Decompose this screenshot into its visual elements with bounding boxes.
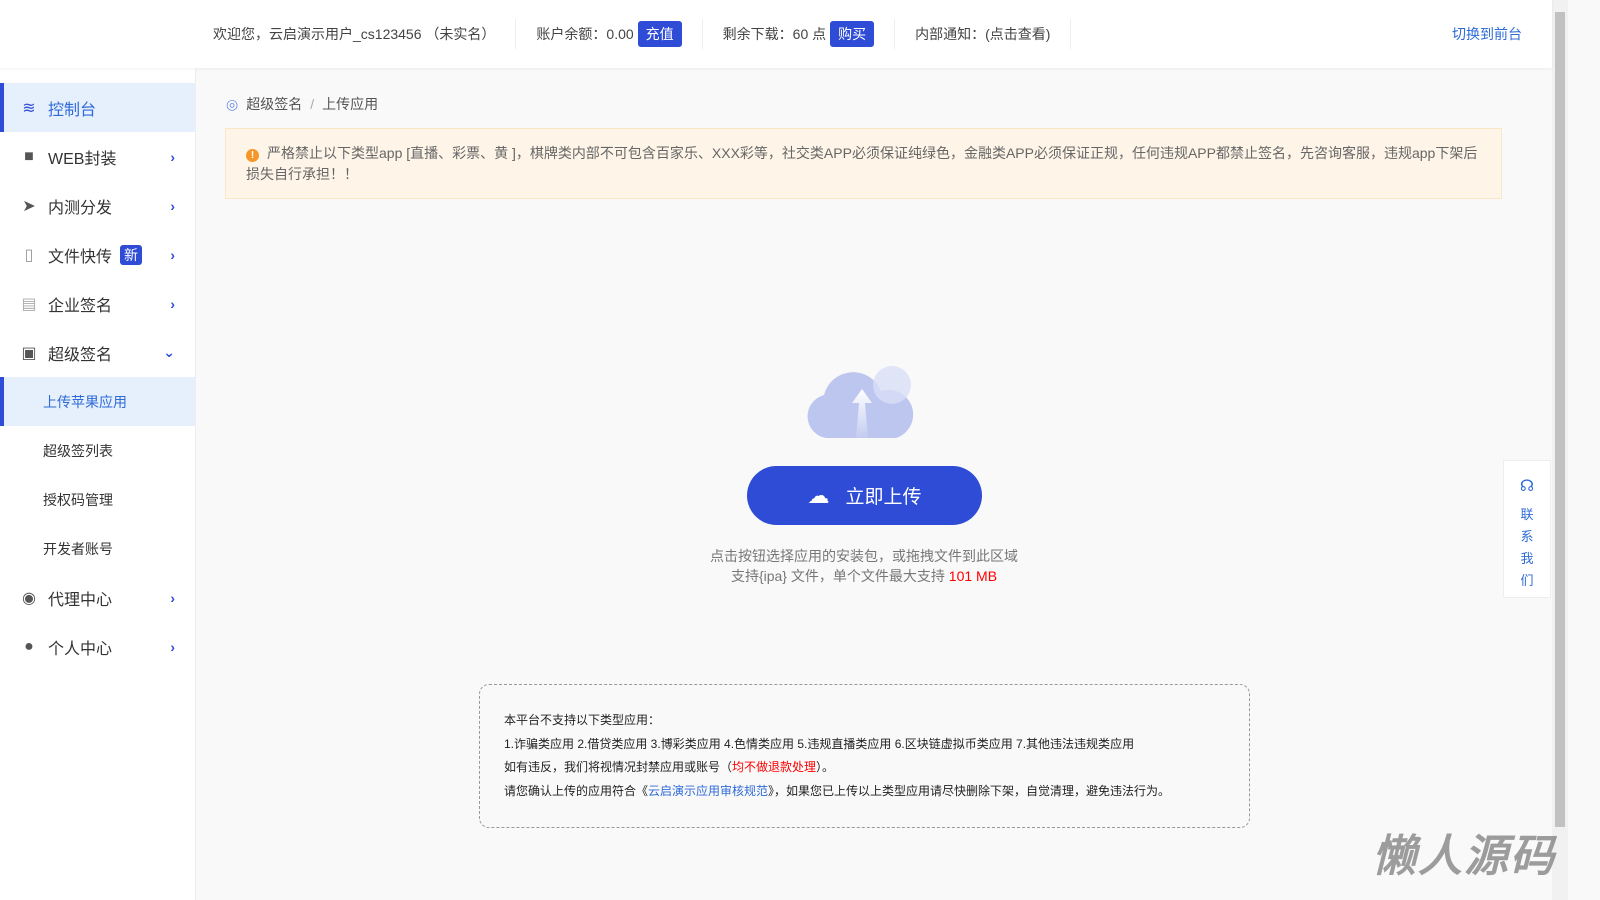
penalty-text: 如有违反，我们将视情况封禁应用或账号（ bbox=[504, 760, 733, 774]
sub-item-upload-app[interactable]: 上传苹果应用 bbox=[0, 377, 195, 426]
sub-item-developer-account[interactable]: 开发者账号 bbox=[0, 524, 195, 573]
balance: 账户余额：0.00 充值 bbox=[516, 19, 703, 49]
cloud-upload-illustration bbox=[807, 366, 914, 438]
notice-link[interactable]: 内部通知：(点击查看) bbox=[895, 19, 1072, 49]
no-refund-text: 均不做退款处理 bbox=[732, 760, 817, 774]
nav-label: WEB封装 bbox=[48, 150, 117, 168]
recharge-button[interactable]: 充值 bbox=[637, 21, 682, 47]
sidebar-item-web-wrap[interactable]: ■ WEB封装 › bbox=[0, 132, 195, 181]
contact-char: 们 bbox=[1520, 573, 1534, 588]
chevron-right-icon: › bbox=[170, 295, 175, 312]
chevron-down-icon: ⌄ bbox=[163, 344, 175, 360]
breadcrumb-separator: / bbox=[310, 96, 315, 112]
unsupported-apps-notice: 本平台不支持以下类型应用： 1.诈骗类应用 2.借贷类应用 3.博彩类应用 4.… bbox=[479, 684, 1250, 828]
upload-button-label: 立即上传 bbox=[845, 487, 922, 508]
zip-file-icon: ▯ bbox=[24, 246, 34, 264]
breadcrumb-item[interactable]: 超级签名 bbox=[246, 94, 302, 114]
sub-item-auth-code[interactable]: 授权码管理 bbox=[0, 475, 195, 524]
clipboard-icon: ▤ bbox=[21, 295, 37, 313]
breadcrumb: ◎ 超级签名 / 上传应用 bbox=[226, 94, 378, 114]
breadcrumb-current: 上传应用 bbox=[322, 96, 379, 112]
alert-text: 严格禁止以下类型app [直播、彩票、黄 ]，棋牌类内部不可包含百家乐、XXX彩… bbox=[246, 145, 1478, 182]
downloads-label: 剩余下载：60 点 bbox=[722, 26, 827, 42]
nav-label: 内测分发 bbox=[48, 199, 113, 217]
sidebar-item-agent-center[interactable]: ◉ 代理中心 › bbox=[0, 573, 195, 622]
sub-item-super-sign-list[interactable]: 超级签列表 bbox=[0, 426, 195, 475]
nav-label: 控制台 bbox=[48, 101, 97, 119]
paper-plane-icon: ➤ bbox=[22, 197, 36, 215]
upload-limit-text: 支持{ipa} 文件，单个文件最大支持 bbox=[730, 568, 949, 584]
welcome-text: 欢迎您，云启演示用户_cs123456 （未实名） bbox=[193, 19, 517, 49]
rules-confirm: 请您确认上传的应用符合《云启演示应用审核规范》，如果您已上传以上类型应用请尽快删… bbox=[504, 780, 1225, 804]
upload-hint: 点击按钮选择应用的安装包，或拖拽文件到此区域 bbox=[710, 548, 1018, 564]
balance-label: 账户余额：0.00 bbox=[536, 26, 634, 42]
warning-alert: ! 严格禁止以下类型app [直播、彩票、黄 ]，棋牌类内部不可包含百家乐、XXX… bbox=[225, 128, 1502, 199]
contact-char: 我 bbox=[1520, 551, 1534, 566]
location-icon: ◎ bbox=[226, 95, 239, 112]
cloud-upload-icon: ☁ bbox=[807, 482, 830, 508]
nav-label: 文件快传 bbox=[48, 248, 113, 266]
upload-limit: 支持{ipa} 文件，单个文件最大支持 101 MB bbox=[596, 566, 1132, 586]
buy-button[interactable]: 购买 bbox=[830, 21, 875, 47]
review-guidelines-link[interactable]: 云启演示应用审核规范 bbox=[648, 784, 768, 798]
main-content: ◎ 超级签名 / 上传应用 ! 严格禁止以下类型app [直播、彩票、黄 ]，棋牌… bbox=[196, 68, 1552, 900]
chevron-right-icon: › bbox=[170, 246, 175, 263]
headset-icon: ☊ bbox=[1519, 478, 1535, 495]
contact-char: 系 bbox=[1520, 529, 1534, 544]
nav-label: 企业签名 bbox=[48, 297, 113, 315]
chevron-right-icon: › bbox=[170, 589, 175, 606]
nav-label: 超级签名 bbox=[48, 346, 113, 364]
max-size: 101 MB bbox=[948, 568, 998, 584]
sidebar-item-file-transfer[interactable]: ▯ 文件快传新 › bbox=[0, 230, 195, 279]
confirm-end: 》，如果您已上传以上类型应用请尽快删除下架，自觉清理，避免违法行为。 bbox=[768, 783, 1171, 798]
chevron-right-icon: › bbox=[170, 148, 175, 165]
welcome-label: 欢迎您，云启演示用户_cs123456 （未实名） bbox=[213, 26, 496, 42]
chevron-right-icon: › bbox=[170, 638, 175, 655]
user-icon: ● bbox=[24, 637, 34, 655]
sidebar-item-beta[interactable]: ➤ 内测分发 › bbox=[0, 181, 195, 230]
sidebar-item-personal-center[interactable]: ● 个人中心 › bbox=[0, 622, 195, 671]
confirm-text: 请您确认上传的应用符合《 bbox=[504, 783, 649, 798]
box-icon: ■ bbox=[24, 147, 34, 165]
layers-icon: ≋ bbox=[22, 99, 36, 117]
upload-now-button[interactable]: ☁ 立即上传 bbox=[747, 466, 982, 525]
sidebar: ≋ 控制台 ■ WEB封装 › ➤ 内测分发 › ▯ 文件快传新 › ▤ 企业签名 › ▣ 超级签名… bbox=[0, 68, 196, 900]
downloads: 剩余下载：60 点购买 bbox=[703, 19, 896, 49]
nav-label: 代理中心 bbox=[48, 591, 113, 609]
new-badge: 新 bbox=[120, 244, 143, 265]
sidebar-item-enterprise-sign[interactable]: ▤ 企业签名 › bbox=[0, 279, 195, 328]
scrollbar-thumb[interactable] bbox=[1555, 12, 1565, 827]
rules-title: 本平台不支持以下类型应用： bbox=[504, 713, 661, 727]
warning-icon: ! bbox=[246, 149, 259, 162]
penalty-end: ）。 bbox=[816, 760, 835, 774]
topbar: 欢迎您，云启演示用户_cs123456 （未实名） 账户余额：0.00 充值 剩余… bbox=[0, 0, 1552, 68]
watermark-logo: 懒人源码 bbox=[1372, 832, 1556, 881]
sidebar-item-super-sign[interactable]: ▣ 超级签名 ⌄ bbox=[0, 328, 195, 377]
switch-frontend-link[interactable]: 切换到前台 bbox=[1452, 24, 1522, 44]
sidebar-item-dashboard[interactable]: ≋ 控制台 bbox=[0, 83, 195, 132]
nav-label: 个人中心 bbox=[48, 640, 113, 658]
contact-char: 联 bbox=[1520, 507, 1534, 522]
rules-penalty: 如有违反，我们将视情况封禁应用或账号（均不做退款处理）。 bbox=[504, 756, 1225, 780]
certificate-icon: ▣ bbox=[21, 344, 37, 362]
agent-icon: ◉ bbox=[22, 589, 36, 607]
rules-list: 1.诈骗类应用 2.借贷类应用 3.博彩类应用 4.色情类应用 5.违规直播类应… bbox=[504, 736, 1135, 751]
chevron-right-icon: › bbox=[170, 197, 175, 214]
contact-us-widget[interactable]: ☊ 联 系 我 们 bbox=[1503, 460, 1551, 598]
scrollbar[interactable] bbox=[1552, 0, 1568, 900]
